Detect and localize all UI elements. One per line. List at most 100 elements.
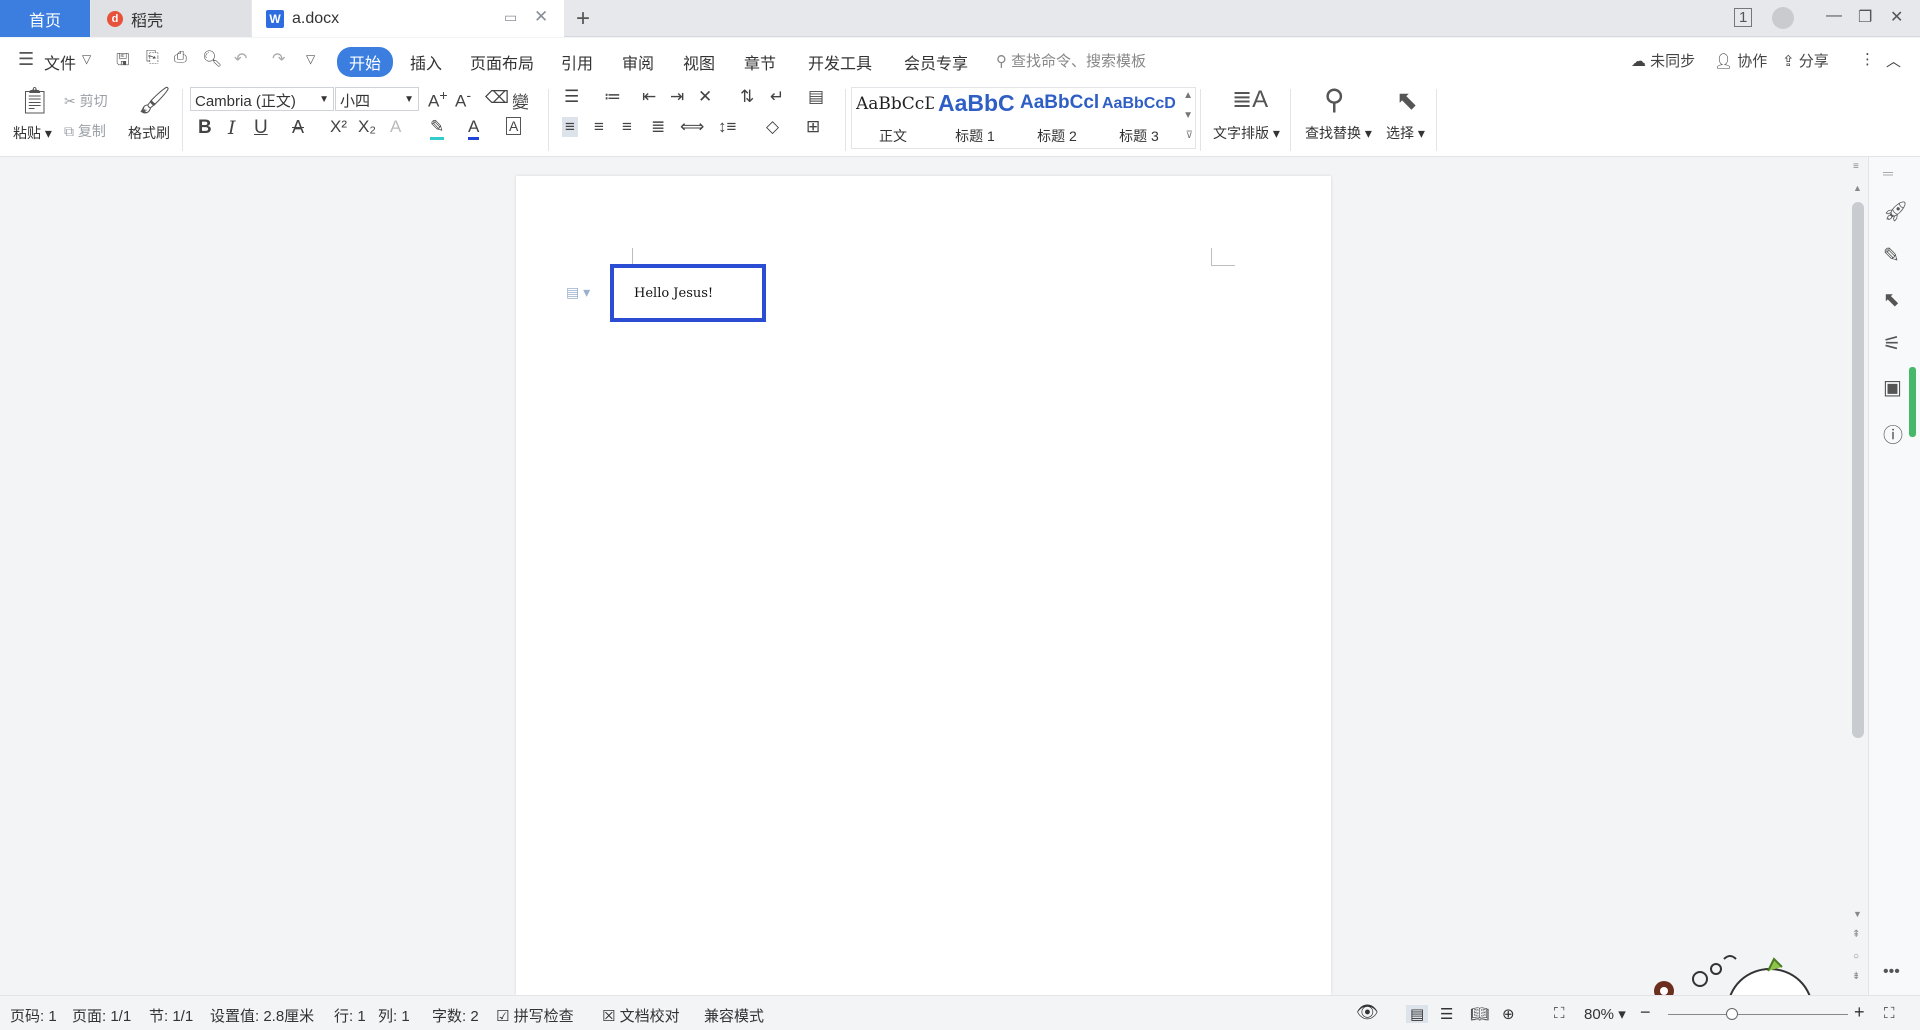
zoom-out-icon[interactable]: − — [1640, 1002, 1651, 1023]
styles-expand-icon[interactable]: ⊽ — [1186, 130, 1193, 141]
minimize-icon[interactable]: — — [1826, 7, 1842, 25]
tab-insert[interactable]: 插入 — [410, 50, 442, 74]
select-button[interactable]: 选择 ▾ — [1386, 123, 1425, 143]
format-painter-button[interactable]: 格式刷 — [128, 123, 170, 143]
align-right-icon[interactable]: ≡ — [622, 117, 632, 137]
styles-scroll-down-icon[interactable]: ▼ — [1183, 110, 1193, 121]
paste-button[interactable]: 粘贴 ▾ — [13, 123, 52, 143]
distribute-icon[interactable]: ⟺ — [680, 117, 704, 137]
new-tab-button[interactable]: + — [576, 5, 590, 33]
text-layout-icon[interactable]: ≣A — [1232, 85, 1268, 114]
scroll-up-icon[interactable]: ▲ — [1853, 183, 1862, 193]
share-button[interactable]: ⇪ 分享 — [1782, 50, 1829, 71]
highlight-icon[interactable]: ✎ — [430, 117, 445, 140]
underline-icon[interactable]: U — [254, 117, 268, 139]
close-tab-icon[interactable]: ✕ — [534, 7, 548, 27]
close-window-icon[interactable]: ✕ — [1890, 7, 1903, 27]
increase-indent-icon[interactable]: ⇥ — [670, 87, 684, 107]
bullet-list-icon[interactable]: ☰ — [564, 87, 579, 107]
fullscreen-icon[interactable]: ⛶ — [1884, 1005, 1895, 1022]
superscript-icon[interactable]: X² — [330, 117, 347, 137]
justify-icon[interactable]: ≣ — [651, 117, 665, 137]
next-page-icon[interactable]: ⇟ — [1852, 971, 1860, 982]
subscript-icon[interactable]: X₂ — [358, 117, 376, 137]
zoom-in-icon[interactable]: + — [1854, 1002, 1865, 1023]
eye-protect-icon[interactable]: 👁︎ — [1356, 1002, 1379, 1023]
tab-developer[interactable]: 开发工具 — [808, 50, 872, 74]
style-heading-1[interactable]: AaBbC 标题 1 — [934, 88, 1016, 148]
web-view-icon[interactable]: ⊕ — [1502, 1005, 1515, 1023]
italic-icon[interactable]: I — [228, 117, 236, 139]
shading-icon[interactable]: ◇ — [766, 117, 779, 137]
style-heading-2[interactable]: AaBbCcl 标题 2 — [1016, 88, 1098, 148]
line-spacing-icon[interactable]: ↕≡ — [718, 117, 736, 137]
zoom-slider-track[interactable] — [1668, 1014, 1848, 1015]
status-word-count[interactable]: 字数: 2 — [432, 1005, 479, 1026]
spell-check-button[interactable]: ☑ 拼写检查 — [496, 1005, 574, 1026]
style-normal[interactable]: AaBbCcD 正文 — [852, 88, 934, 148]
bold-icon[interactable]: B — [198, 117, 212, 139]
avatar[interactable] — [1772, 7, 1794, 29]
status-page-number[interactable]: 页码: 1 — [10, 1005, 57, 1026]
tab-view[interactable]: 视图 — [683, 50, 715, 74]
text-box[interactable]: Hello Jesus! — [610, 264, 766, 322]
font-color-icon[interactable]: A — [468, 117, 480, 140]
status-section[interactable]: 节: 1/1 — [149, 1005, 193, 1026]
paragraph-layout-icon[interactable]: ▤ ▾ — [566, 284, 590, 301]
borders-icon[interactable]: ⊞ — [806, 117, 820, 137]
layout-toggle-icon[interactable]: 1 — [1734, 8, 1753, 27]
zoom-slider-thumb[interactable] — [1726, 1008, 1738, 1020]
output-icon[interactable]: ⎘ — [146, 49, 159, 67]
copy-button[interactable]: ⧉ 复制 — [64, 121, 106, 141]
cut-button[interactable]: ✂ 剪切 — [64, 91, 108, 111]
menu-file[interactable]: 文件 — [44, 50, 76, 74]
tab-document[interactable]: W a.docx ▭ ✕ — [252, 0, 564, 37]
help-icon[interactable]: ⓘ — [1883, 419, 1903, 448]
tab-references[interactable]: 引用 — [561, 50, 593, 74]
doc-proof-button[interactable]: ☒ 文档校对 — [602, 1005, 680, 1026]
char-border-icon[interactable]: A — [506, 117, 522, 135]
text-layout-button[interactable]: 文字排版 ▾ — [1213, 123, 1280, 143]
status-pages[interactable]: 页面: 1/1 — [72, 1005, 131, 1026]
print-preview-icon[interactable]: 🔍︎ — [202, 49, 222, 69]
float-window-icon[interactable]: ▭ — [504, 9, 517, 26]
scroll-top-icon[interactable]: ≡ — [1853, 161, 1859, 172]
strikethrough-icon[interactable]: A — [292, 117, 304, 138]
sync-status[interactable]: ☁ 未同步 — [1631, 50, 1695, 71]
save-icon[interactable]: 🖫 — [116, 49, 130, 76]
phonetic-icon[interactable]: 變 — [512, 88, 529, 113]
select-arrow-icon[interactable]: ⬉ — [1883, 287, 1900, 312]
document-page[interactable]: ▤ ▾ Hello Jesus! — [516, 176, 1331, 995]
text-effect-icon[interactable]: A — [390, 117, 401, 137]
rocket-icon[interactable]: 🚀︎ — [1883, 199, 1908, 224]
styles-scroll-up-icon[interactable]: ▲ — [1183, 90, 1193, 101]
table-tabs-icon[interactable]: ▤ — [808, 87, 824, 107]
undo-icon[interactable]: ↶ — [234, 49, 247, 69]
format-painter-icon[interactable]: 🖌︎ — [138, 85, 171, 116]
tab-home[interactable]: 首页 — [0, 0, 90, 37]
font-size-select[interactable]: 小四 ▼ — [335, 87, 419, 111]
chevron-down-icon[interactable]: ▽ — [82, 52, 91, 66]
clear-format-icon[interactable]: ⌫ — [485, 88, 509, 108]
settings-sliders-icon[interactable]: ⚟ — [1883, 331, 1901, 356]
hamburger-icon[interactable]: ☰ — [18, 49, 34, 70]
tab-start[interactable]: 开始 — [337, 47, 394, 77]
numbered-list-icon[interactable]: ≔ — [604, 87, 621, 107]
fit-page-icon[interactable]: ⛶ — [1554, 1005, 1565, 1022]
prev-page-icon[interactable]: ⇞ — [1852, 929, 1860, 940]
tab-chapter[interactable]: 章节 — [744, 50, 776, 74]
magnifier-icon[interactable]: ⚲ — [1324, 83, 1345, 116]
pen-icon[interactable]: ✎ — [1883, 243, 1900, 268]
zoom-level[interactable]: 80% ▾ — [1584, 1005, 1626, 1023]
restore-icon[interactable]: ❐ — [1858, 7, 1872, 27]
paste-icon[interactable]: 📋︎ — [18, 85, 51, 116]
align-center-icon[interactable]: ≡ — [594, 117, 604, 137]
print-icon[interactable]: ⎙ — [174, 49, 187, 67]
browse-object-icon[interactable]: ○ — [1853, 951, 1859, 962]
status-setting[interactable]: 设置值: 2.8厘米 — [210, 1005, 314, 1026]
tab-page-layout[interactable]: 页面布局 — [470, 50, 534, 74]
redo-icon[interactable]: ↷ — [272, 49, 285, 69]
chinese-layout-icon[interactable]: ✕ — [698, 87, 712, 107]
align-left-icon[interactable]: ≡ — [562, 117, 578, 137]
tab-review[interactable]: 审阅 — [622, 50, 654, 74]
